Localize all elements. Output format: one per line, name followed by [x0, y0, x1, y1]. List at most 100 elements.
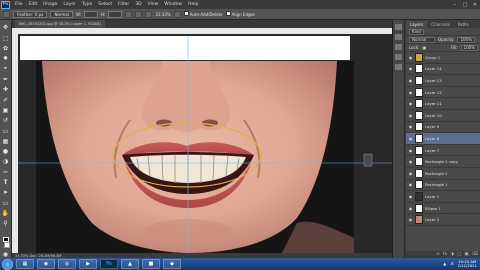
layer-row[interactable]: ◉ Layer 13: [406, 75, 480, 87]
layer-row[interactable]: ◉ Rectangle 2: [406, 168, 480, 180]
crop-tool-icon[interactable]: ⌖: [2, 65, 10, 73]
menu-type[interactable]: Type: [79, 2, 95, 7]
link-layers-icon[interactable]: ∞: [436, 252, 440, 257]
visibility-eye-icon[interactable]: ◉: [408, 55, 413, 60]
lasso-tool-icon[interactable]: ✿: [2, 45, 10, 53]
taskbar-app-icon[interactable]: ▲: [121, 259, 139, 269]
opacity-field[interactable]: 100%: [457, 36, 475, 43]
layer-row[interactable]: ◉ Layer 14: [406, 64, 480, 76]
menu-view[interactable]: View: [145, 2, 162, 7]
menu-layer[interactable]: Layer: [60, 2, 79, 7]
kind-filter-dropdown[interactable]: Kind: [409, 28, 424, 35]
align-edges-option[interactable]: Align Edges: [225, 11, 255, 17]
dodge-tool-icon[interactable]: ◑: [2, 158, 10, 166]
height-field[interactable]: [108, 10, 123, 18]
width-field[interactable]: [84, 10, 99, 18]
mask-icon[interactable]: ◑: [450, 252, 454, 257]
taskbar-explorer-icon[interactable]: ▦: [16, 259, 34, 269]
layer-row[interactable]: ◉ Layer 7: [406, 145, 480, 157]
auto-add-checkbox[interactable]: [183, 11, 189, 16]
layer-row[interactable]: ◉ Group 1: [406, 52, 480, 64]
pen-tool-icon[interactable]: ✑: [2, 168, 10, 176]
history-brush-tool-icon[interactable]: ↺: [2, 117, 10, 125]
eyedropper-tool-icon[interactable]: ✒: [2, 76, 10, 84]
tool-preset-picker[interactable]: [3, 10, 10, 18]
zoom-tool-icon[interactable]: ⚲: [2, 220, 10, 228]
canvas-area[interactable]: [12, 28, 392, 253]
taskbar-app-icon[interactable]: ◆: [163, 259, 181, 269]
clone-stamp-tool-icon[interactable]: ▣: [2, 107, 10, 115]
visibility-eye-icon[interactable]: ◉: [408, 113, 413, 118]
align-edges-checkbox[interactable]: [225, 11, 231, 16]
visibility-eye-icon[interactable]: ◉: [408, 101, 413, 106]
taskbar-media-icon[interactable]: ▶: [79, 259, 97, 269]
visibility-eye-icon[interactable]: ◉: [408, 78, 413, 83]
layer-row[interactable]: ◉ Layer 9: [406, 122, 480, 134]
taskbar-photoshop-icon[interactable]: Ps: [100, 259, 118, 269]
properties-panel-icon[interactable]: [395, 34, 402, 40]
healing-brush-tool-icon[interactable]: ✚: [2, 86, 10, 94]
visibility-eye-icon[interactable]: ◉: [408, 194, 413, 199]
visibility-eye-icon[interactable]: ◉: [408, 182, 413, 187]
layer-row[interactable]: ◉ Rectangle 1: [406, 180, 480, 192]
visibility-eye-icon[interactable]: ◉: [408, 148, 413, 153]
layer-row[interactable]: ◉ Layer 11: [406, 98, 480, 110]
preset-dropdown[interactable]: Feather: 0 px: [13, 10, 48, 18]
history-panel-icon[interactable]: [395, 24, 402, 30]
photo-canvas[interactable]: [12, 28, 392, 253]
blur-tool-icon[interactable]: ●: [2, 148, 10, 156]
type-tool-icon[interactable]: T: [2, 179, 10, 187]
trash-icon[interactable]: ⌫: [472, 252, 478, 257]
new-layer-icon[interactable]: ▣: [464, 252, 468, 257]
document-tab[interactable]: IMG_20191201.jpg @ 33.3% (Layer 1, RGB/8…: [15, 20, 105, 28]
visibility-eye-icon[interactable]: ◉: [408, 90, 413, 95]
quick-select-tool-icon[interactable]: ✸: [2, 55, 10, 63]
blend-mode-dropdown[interactable]: Normal: [409, 36, 435, 43]
quick-mask-icon[interactable]: ◉: [2, 250, 10, 258]
layer-row[interactable]: ◉ Rectangle 2 copy: [406, 156, 480, 168]
path-ops-button[interactable]: [125, 10, 133, 18]
character-panel-icon[interactable]: [395, 44, 402, 50]
marquee-tool-icon[interactable]: ⬚: [2, 34, 10, 42]
visibility-eye-icon[interactable]: ◉: [408, 136, 413, 141]
clock[interactable]: 10:24 AM 2/11/2021: [458, 259, 477, 268]
visibility-eye-icon[interactable]: ◉: [408, 171, 413, 176]
menu-file[interactable]: File: [12, 2, 26, 7]
menu-help[interactable]: Help: [185, 2, 201, 7]
tab-paths[interactable]: Paths: [454, 21, 473, 28]
path-arrange-button[interactable]: [145, 10, 153, 18]
gear-icon[interactable]: [173, 10, 181, 18]
visibility-eye-icon[interactable]: ◉: [408, 206, 413, 211]
swatches-panel-icon[interactable]: [395, 64, 402, 70]
visibility-eye-icon[interactable]: ◉: [408, 66, 413, 71]
gradient-tool-icon[interactable]: ▦: [2, 137, 10, 145]
menu-window[interactable]: Window: [161, 2, 185, 7]
shape-tool-icon[interactable]: ▭: [2, 199, 10, 207]
auto-add-option[interactable]: Auto-Add/Delete: [183, 11, 223, 17]
taskbar-browser-icon[interactable]: ◎: [58, 259, 76, 269]
path-align-button[interactable]: [135, 10, 143, 18]
visibility-eye-icon[interactable]: ◉: [408, 159, 413, 164]
fill-field[interactable]: 100%: [460, 44, 478, 51]
layer-row[interactable]: ◉ Layer 10: [406, 110, 480, 122]
paragraph-panel-icon[interactable]: [395, 54, 402, 60]
menu-image[interactable]: Image: [40, 2, 60, 7]
path-select-tool-icon[interactable]: ➤: [2, 189, 10, 197]
menu-edit[interactable]: Edit: [26, 2, 41, 7]
menu-filter[interactable]: Filter: [115, 2, 132, 7]
maximize-icon[interactable]: □: [460, 1, 470, 9]
brush-tool-icon[interactable]: ✐: [2, 96, 10, 104]
layer-row[interactable]: ◉ Ellipse 1: [406, 203, 480, 215]
fx-icon[interactable]: fx: [443, 252, 447, 257]
folder-icon[interactable]: □: [457, 252, 461, 257]
move-tool-icon[interactable]: ✥: [2, 24, 10, 32]
background-color-swatch[interactable]: [4, 241, 10, 248]
visibility-eye-icon[interactable]: ◉: [408, 217, 413, 222]
eraser-tool-icon[interactable]: ▭: [2, 127, 10, 135]
layer-row[interactable]: ◉ Layer 0: [406, 214, 480, 226]
volume-icon[interactable]: ♬: [450, 261, 453, 266]
minimize-icon[interactable]: –: [450, 1, 460, 9]
visibility-eye-icon[interactable]: ◉: [408, 124, 413, 129]
tab-channels[interactable]: Channels: [427, 21, 454, 28]
hand-tool-icon[interactable]: ✋: [2, 210, 10, 218]
